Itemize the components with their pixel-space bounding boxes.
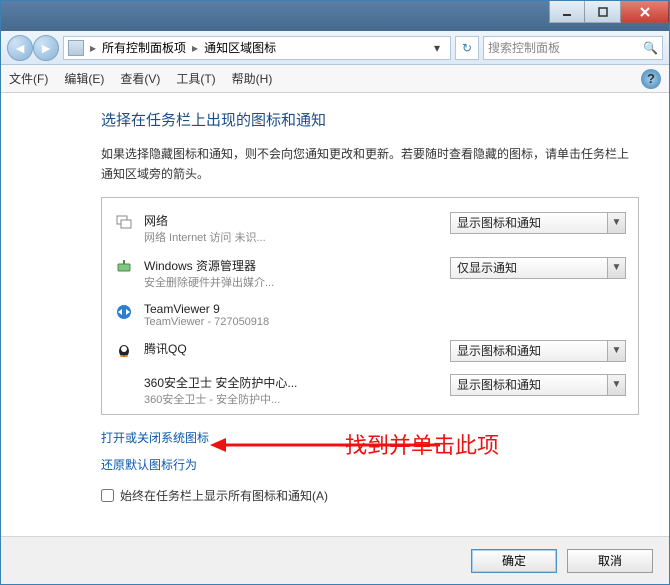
menu-tools[interactable]: 工具(T): [176, 70, 215, 87]
explorer-icon: [114, 257, 134, 277]
restore-defaults-link[interactable]: 还原默认图标行为: [101, 456, 197, 473]
minimize-button[interactable]: [549, 1, 585, 23]
titlebar: [1, 1, 669, 31]
refresh-button[interactable]: ↻: [455, 36, 479, 60]
cancel-button[interactable]: 取消: [567, 549, 653, 573]
navbar: ◄ ► ▸ 所有控制面板项 ▸ 通知区域图标 ▾ ↻ 搜索控制面板 🔍: [1, 31, 669, 65]
menu-edit[interactable]: 编辑(E): [64, 70, 104, 87]
close-button[interactable]: [621, 1, 669, 23]
ok-button[interactable]: 确定: [471, 549, 557, 573]
breadcrumb-part[interactable]: 通知区域图标: [204, 39, 276, 56]
menu-file[interactable]: 文件(F): [9, 70, 48, 87]
help-icon[interactable]: ?: [641, 69, 661, 89]
control-panel-icon: [68, 40, 84, 56]
page-description: 如果选择隐藏图标和通知，则不会向您通知更改和更新。若要随时查看隐藏的图标，请单击…: [101, 144, 639, 185]
always-show-label: 始终在任务栏上显示所有图标和通知(A): [120, 487, 328, 504]
behavior-select[interactable]: 显示图标和通知▼: [450, 212, 626, 234]
list-item: 腾讯QQ 显示图标和通知▼: [114, 334, 626, 368]
list-item: Windows 资源管理器安全删除硬件并弹出媒介... 仅显示通知▼: [114, 251, 626, 296]
list-item: 网络网络 Internet 访问 未识... 显示图标和通知▼: [114, 206, 626, 251]
menu-view[interactable]: 查看(V): [120, 70, 160, 87]
window: ◄ ► ▸ 所有控制面板项 ▸ 通知区域图标 ▾ ↻ 搜索控制面板 🔍 文件(F…: [0, 0, 670, 585]
teamviewer-icon: [114, 302, 134, 322]
chevron-down-icon: ▼: [607, 375, 625, 395]
always-show-checkbox[interactable]: [101, 489, 114, 502]
360-icon: [114, 374, 134, 394]
list-item: 360安全卫士 安全防护中心...360安全卫士 - 安全防护中... 显示图标…: [114, 368, 626, 413]
qq-icon: [114, 340, 134, 360]
chevron-down-icon: ▼: [607, 341, 625, 361]
behavior-select[interactable]: 显示图标和通知▼: [450, 374, 626, 396]
menubar: 文件(F) 编辑(E) 查看(V) 工具(T) 帮助(H) ?: [1, 65, 669, 93]
chevron-down-icon: ▼: [607, 258, 625, 278]
content: 选择在任务栏上出现的图标和通知 如果选择隐藏图标和通知，则不会向您通知更改和更新…: [1, 93, 669, 536]
list-item: TeamViewer 9TeamViewer - 727050918: [114, 296, 626, 334]
toggle-system-icons-link[interactable]: 打开或关闭系统图标: [101, 429, 209, 446]
nav-forward-button[interactable]: ►: [33, 35, 59, 61]
search-icon: 🔍: [643, 41, 658, 55]
nav-back-button[interactable]: ◄: [7, 35, 33, 61]
behavior-select[interactable]: 仅显示通知▼: [450, 257, 626, 279]
breadcrumb-part[interactable]: 所有控制面板项: [102, 39, 186, 56]
page-title: 选择在任务栏上出现的图标和通知: [101, 109, 639, 130]
maximize-button[interactable]: [585, 1, 621, 23]
icon-list: 网络网络 Internet 访问 未识... 显示图标和通知▼ Windows …: [101, 197, 639, 415]
menu-help[interactable]: 帮助(H): [232, 70, 273, 87]
chevron-down-icon: ▼: [607, 213, 625, 233]
breadcrumb-dropdown[interactable]: ▾: [428, 41, 446, 55]
footer: 确定 取消: [1, 536, 669, 584]
network-icon: [114, 212, 134, 232]
search-input[interactable]: 搜索控制面板 🔍: [483, 36, 663, 60]
breadcrumb[interactable]: ▸ 所有控制面板项 ▸ 通知区域图标 ▾: [63, 36, 451, 60]
behavior-select[interactable]: 显示图标和通知▼: [450, 340, 626, 362]
